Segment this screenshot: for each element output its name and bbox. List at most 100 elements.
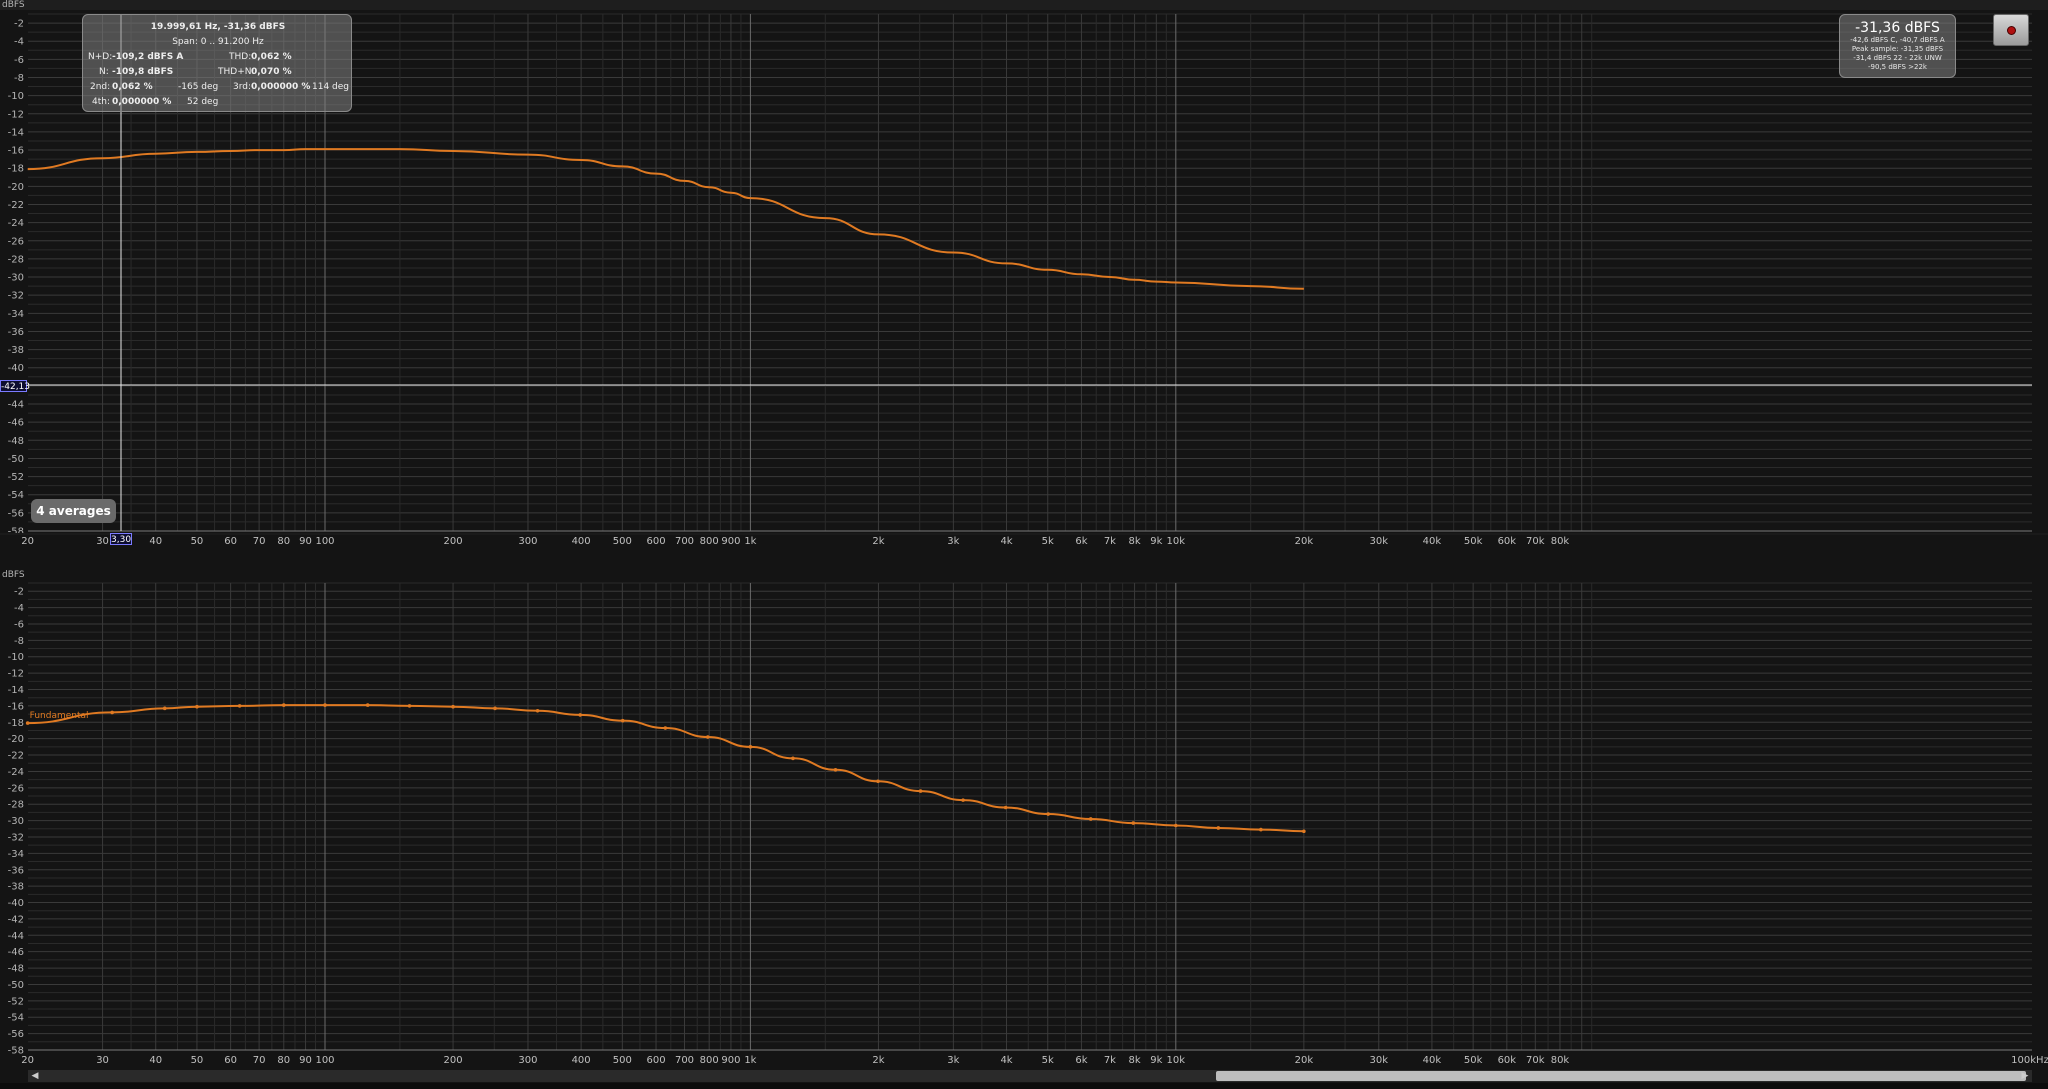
y-tick-label: -12 [8, 109, 24, 120]
x-tick-label: 70k [1526, 1055, 1545, 1066]
x-tick-label: 800 [700, 1055, 719, 1066]
level-readout-box[interactable]: -31,36 dBFS -42,6 dBFS C, -40,7 dBFS A P… [1839, 14, 1956, 78]
averages-badge[interactable]: 4 averages [31, 499, 116, 523]
level-line1: -42,6 dBFS C, -40,7 dBFS A [1850, 36, 1945, 44]
x-tick-label: 700 [675, 536, 694, 547]
y-tick-label: -46 [8, 947, 24, 958]
x-tick-label: 20 [21, 1055, 34, 1066]
x-tick-label: 90 [299, 1055, 312, 1066]
x-tick-label: 50k [1464, 536, 1483, 547]
y-cursor-readout[interactable]: -42,13 [0, 380, 30, 392]
x-tick-label: 300 [518, 536, 537, 547]
x-tick-label: 80 [277, 536, 290, 547]
trace-marker [1302, 829, 1306, 834]
h3-value: 0,000000 % [251, 82, 311, 92]
x-tick-label: 10k [1167, 1055, 1186, 1066]
h4-phase: 52 deg [187, 97, 219, 107]
y-tick-label: -40 [8, 898, 24, 909]
trace-marker [407, 704, 412, 708]
h4-label: 4th: [92, 97, 110, 107]
info-title: 19.999,61 Hz, -31,36 dBFS [150, 22, 286, 32]
h4-value: 0,000000 % [112, 97, 172, 107]
trace-marker [705, 735, 710, 739]
y-tick-label: -18 [8, 164, 24, 175]
x-tick-label: 30k [1370, 536, 1389, 547]
x-tick-label: 900 [721, 1055, 740, 1066]
y-tick-label: -52 [8, 996, 24, 1007]
trace-marker [323, 703, 327, 707]
x-tick-label: 3k [947, 1055, 959, 1066]
trace-marker [918, 789, 923, 793]
y-tick-label: -32 [8, 291, 24, 302]
y-tick-label: -6 [14, 55, 24, 66]
y-tick-label: -50 [8, 454, 24, 465]
y-tick-label: -56 [8, 508, 24, 519]
x-tick-label: 50 [191, 1055, 204, 1066]
x-tick-label: 80k [1551, 536, 1570, 547]
trace-marker [578, 713, 582, 717]
x-tick-label: 8k [1128, 1055, 1140, 1066]
scroll-right-arrow-icon[interactable]: ▶ [2020, 1071, 2030, 1081]
x-tick-label: 30k [1370, 1055, 1389, 1066]
bottom-strip [0, 1083, 2048, 1089]
x-tick-label: 100kHz [2011, 1055, 2048, 1066]
x-cursor-readout[interactable]: 3,30 [110, 533, 132, 545]
trace-marker [1003, 805, 1008, 810]
y-tick-label: -8 [14, 636, 24, 647]
x-tick-label: 90 [299, 536, 312, 547]
x-tick-label: 20k [1295, 1055, 1314, 1066]
x-tick-label: 40k [1423, 536, 1442, 547]
y-tick-label: -54 [8, 1013, 24, 1024]
level-line2: Peak sample: -31,35 dBFS [1851, 45, 1944, 53]
scroll-left-arrow-icon[interactable]: ◀ [30, 1071, 40, 1081]
y-tick-label: -2 [14, 19, 24, 30]
trace-marker [237, 704, 242, 708]
h2-phase: -165 deg [178, 82, 219, 92]
y-tick-label: -22 [8, 200, 24, 211]
level-line3: -31,4 dBFS 22 - 22k UNW [1853, 54, 1942, 62]
trace-marker [876, 779, 880, 784]
x-tick-label: 2k [872, 536, 884, 547]
x-tick-label: 7k [1104, 536, 1116, 547]
x-tick-label: 5k [1042, 536, 1054, 547]
record-button[interactable] [1993, 14, 2029, 46]
x-tick-label: 20 [21, 536, 34, 547]
y-tick-label: -34 [8, 849, 24, 860]
thdn-value: 0,070 % [251, 67, 292, 77]
trace-marker [1259, 827, 1263, 832]
scrollbar-thumb[interactable] [1216, 1071, 2026, 1081]
x-tick-label: 2k [872, 1055, 884, 1066]
x-tick-label: 400 [572, 536, 591, 547]
x-tick-label: 100 [315, 1055, 334, 1066]
x-tick-label: 40 [149, 1055, 162, 1066]
h2-label: 2nd: [90, 82, 111, 92]
y-tick-label: -22 [8, 751, 24, 762]
y-tick-label: -48 [8, 436, 24, 447]
trace-marker [281, 703, 286, 707]
trace-marker [1216, 826, 1221, 830]
x-tick-label: 4k [1000, 1055, 1012, 1066]
trace-marker [195, 704, 199, 709]
y-tick-label: -38 [8, 882, 24, 893]
top-y-unit: dBFS [2, 0, 25, 10]
y-tick-label: -6 [14, 619, 24, 630]
y-tick-label: -24 [8, 218, 24, 229]
nd-label: N+D: [88, 52, 113, 62]
bottom-y-unit: dBFS [2, 570, 25, 580]
y-tick-label: -24 [8, 767, 24, 778]
y-tick-label: -14 [8, 685, 24, 696]
trace-marker [1046, 812, 1050, 816]
x-tick-label: 80k [1551, 1055, 1570, 1066]
x-tick-label: 50 [191, 536, 204, 547]
x-tick-label: 60 [224, 1055, 237, 1066]
measurement-info-box[interactable]: 19.999,61 Hz, -31,36 dBFS Span: 0 .. 91.… [82, 14, 352, 112]
y-tick-label: -38 [8, 345, 24, 356]
y-tick-label: -54 [8, 490, 24, 501]
analyzer-chart[interactable]: -2 -4 -6 -8 -10 -12 -14 -16 -18 -20 -22 -24 -26 -28 -3… [0, 0, 2048, 1089]
y-tick-label: -44 [8, 400, 24, 411]
x-tick-label: 6k [1075, 536, 1087, 547]
n-label: N: [99, 67, 109, 77]
horizontal-scrollbar[interactable]: ◀ ▶ [28, 1070, 2032, 1082]
x-tick-label: 7k [1104, 1055, 1116, 1066]
x-tick-label: 10k [1167, 536, 1186, 547]
